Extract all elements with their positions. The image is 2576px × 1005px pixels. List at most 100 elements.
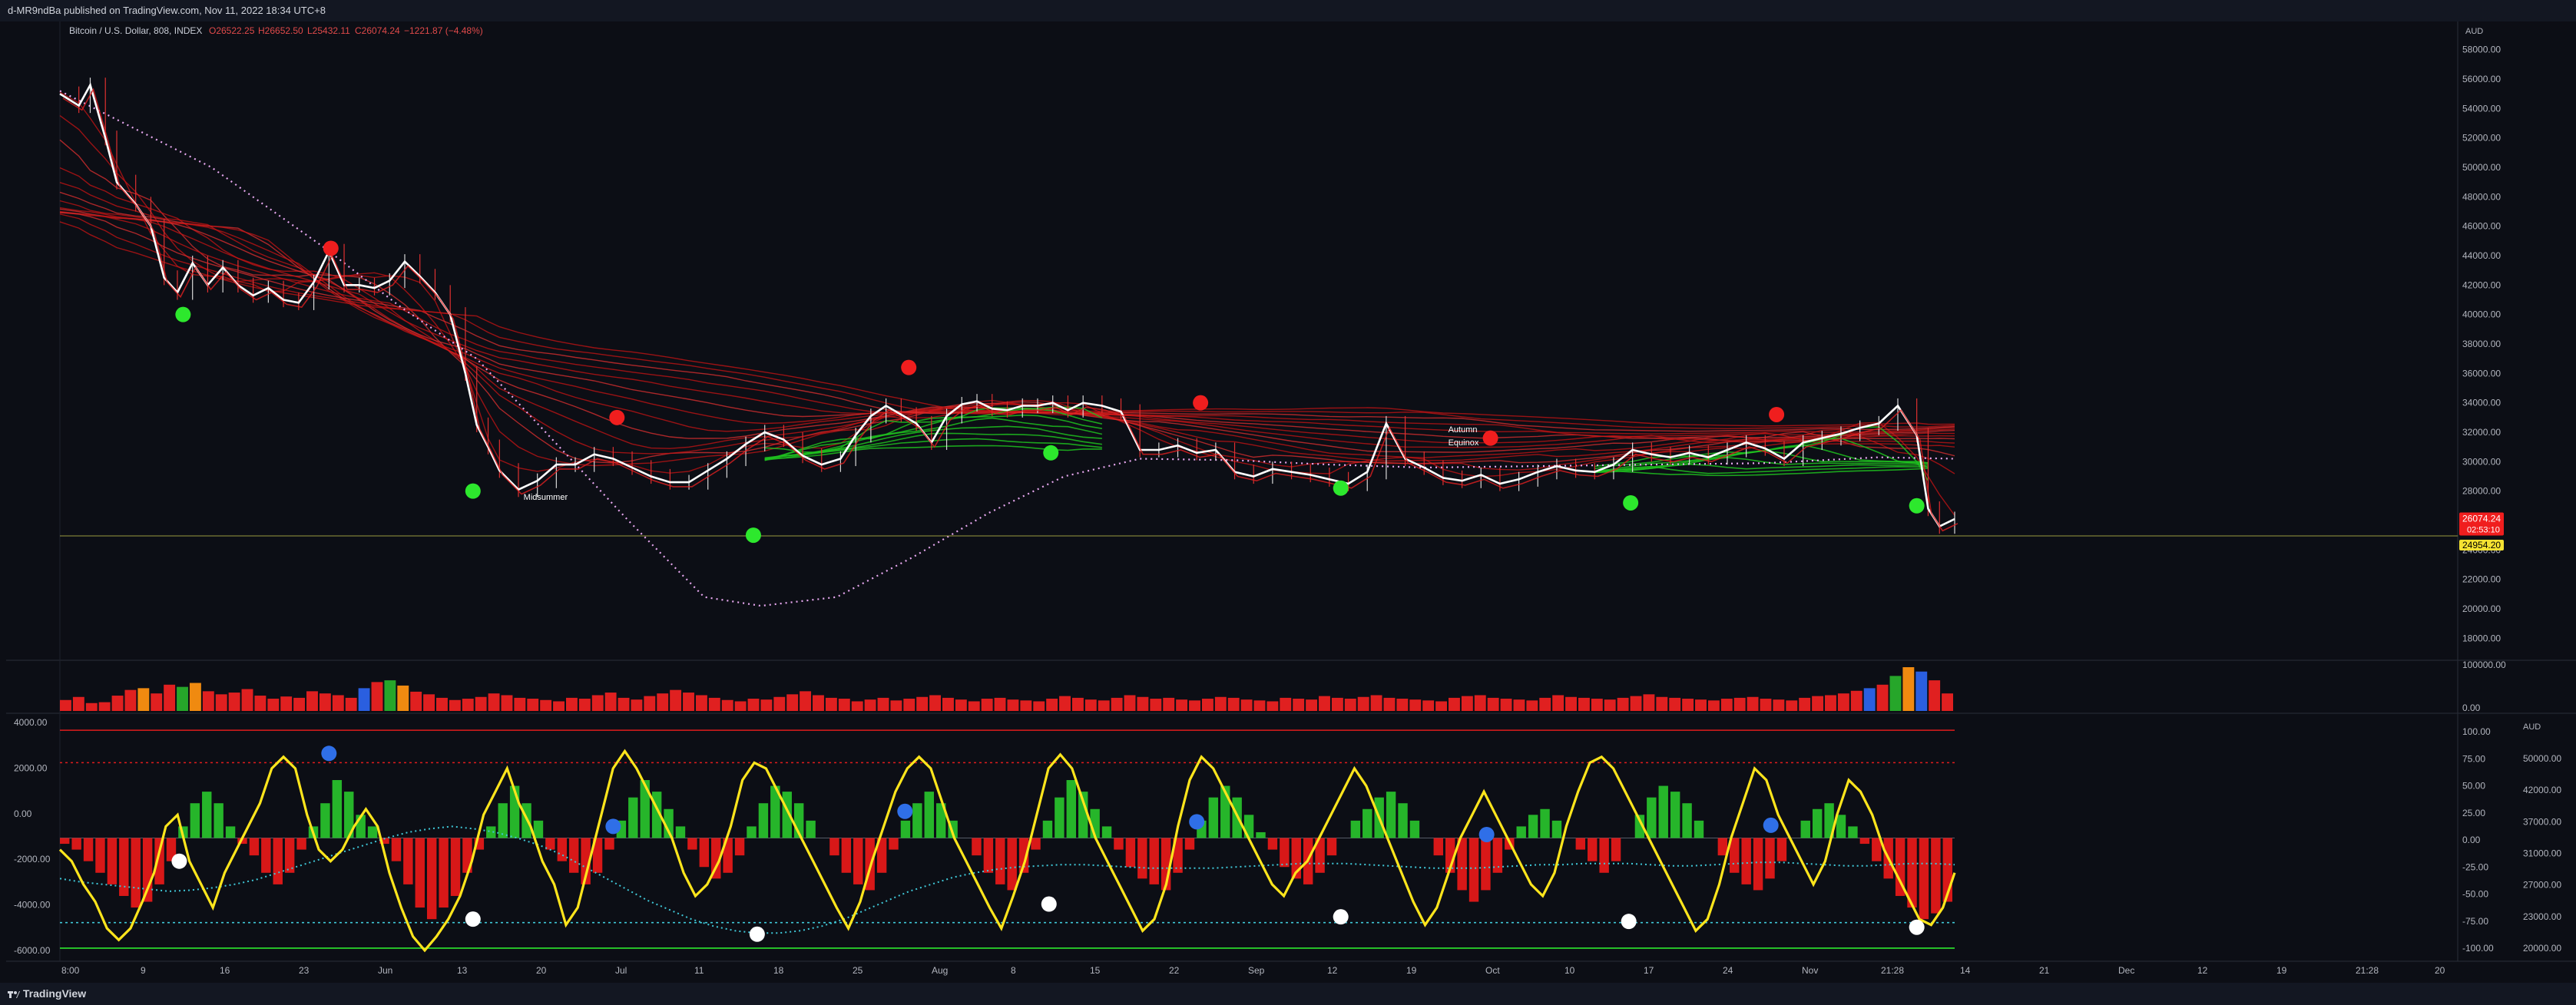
histogram-bar xyxy=(1149,838,1159,884)
time-tick-label: Oct xyxy=(1485,965,1500,976)
volume-bar xyxy=(1007,699,1019,711)
time-tick-label: 12 xyxy=(2197,965,2208,976)
volume-bar xyxy=(124,689,137,711)
blue-signal-dot xyxy=(1189,814,1205,830)
osc-left-tick: 4000.00 xyxy=(14,717,48,728)
time-tick-label: 21:28 xyxy=(1881,965,1904,976)
white-signal-dot xyxy=(1041,896,1057,912)
histogram-bar xyxy=(1647,797,1657,838)
price-tick-label: 32000.00 xyxy=(2462,427,2501,438)
price-tick-label: 52000.00 xyxy=(2462,133,2501,144)
green-signal-dot xyxy=(1623,494,1639,511)
histogram-bar xyxy=(415,838,425,908)
volume-bar xyxy=(657,693,669,711)
footer-bar: TradingView xyxy=(0,983,2576,1005)
volume-bar xyxy=(838,699,850,711)
volume-bar xyxy=(241,689,253,711)
volume-bar xyxy=(111,696,124,711)
volume-bar xyxy=(1500,699,1512,711)
price-tick-label: 34000.00 xyxy=(2462,398,2501,408)
histogram-bar xyxy=(734,838,745,856)
volume-bar xyxy=(565,697,578,711)
histogram-bar xyxy=(1031,838,1041,850)
histogram-bar xyxy=(214,803,223,838)
volume-bar xyxy=(929,695,942,711)
volume-bar xyxy=(1383,697,1396,711)
volume-bar xyxy=(332,695,344,711)
time-tick-label: 25 xyxy=(853,965,863,976)
histogram-bar xyxy=(1836,815,1846,838)
histogram-bar xyxy=(1256,831,1266,838)
histogram-bar xyxy=(569,838,579,873)
legend-low: L25432.11 xyxy=(307,25,350,36)
white-signal-dot xyxy=(1333,909,1349,925)
volume-bar xyxy=(1137,696,1149,711)
volume-bar xyxy=(1876,684,1889,711)
histogram-bar xyxy=(1872,838,1882,861)
tradingview-logo[interactable]: TradingView xyxy=(8,983,86,1005)
volume-bar xyxy=(1669,697,1681,711)
volume-bar xyxy=(1604,699,1616,711)
white-signal-dot xyxy=(749,926,765,942)
volume-bar xyxy=(358,688,370,711)
histogram-bar xyxy=(924,792,934,838)
volume-bar xyxy=(994,697,1006,711)
volume-bar xyxy=(1915,671,1928,711)
time-tick-label: 11 xyxy=(694,965,704,976)
volume-bar xyxy=(319,693,331,711)
osc-left-tick: -4000.00 xyxy=(14,900,51,911)
histogram-bar xyxy=(1362,808,1372,838)
osc-mid-tick: -100.00 xyxy=(2462,943,2494,954)
histogram-bar xyxy=(1859,838,1870,845)
histogram-bar xyxy=(1208,797,1219,838)
histogram-bar xyxy=(1753,838,1763,891)
histogram-bar xyxy=(1670,792,1680,838)
volume-bar xyxy=(1449,697,1460,711)
histogram-bar xyxy=(1386,792,1396,838)
volume-bar xyxy=(280,696,293,711)
volume-bar xyxy=(1539,697,1551,711)
green-signal-dot xyxy=(175,306,191,322)
histogram-bar xyxy=(498,803,508,838)
volume-bar xyxy=(1591,699,1603,711)
volume-bar xyxy=(1474,695,1486,711)
time-tick-label: Nov xyxy=(1802,965,1818,976)
time-tick-label: 19 xyxy=(1406,965,1417,976)
blue-signal-dot xyxy=(321,745,337,762)
volume-bar xyxy=(1124,695,1136,711)
histogram-bar xyxy=(889,838,899,850)
volume-bar xyxy=(1760,699,1772,711)
histogram-bar xyxy=(131,838,141,908)
osc-mid-tick: 50.00 xyxy=(2462,781,2485,792)
volume-bar xyxy=(877,697,889,711)
osc-right-tick: 23000.00 xyxy=(2523,911,2561,922)
histogram-bar xyxy=(1137,838,1147,879)
volume-bar xyxy=(1071,697,1084,711)
currency-label: AUD xyxy=(2465,27,2483,36)
green-signal-dot xyxy=(1333,480,1349,496)
volume-bar xyxy=(708,697,720,711)
histogram-bar xyxy=(60,838,70,845)
time-tick-label: 18 xyxy=(773,965,784,976)
time-tick-label: Jun xyxy=(378,965,392,976)
green-signal-dot xyxy=(465,483,481,499)
histogram-bar xyxy=(1528,815,1538,838)
volume-bar xyxy=(189,683,201,711)
volume-bar xyxy=(60,699,71,711)
volume-bar xyxy=(1033,701,1045,711)
time-tick-label: 12 xyxy=(1327,965,1338,976)
histogram-bar xyxy=(1468,838,1479,902)
time-tick-label: 14 xyxy=(1960,965,1971,976)
volume-bar xyxy=(1695,699,1707,711)
histogram-bar xyxy=(296,838,306,850)
histogram-bar xyxy=(225,826,236,838)
osc-right-tick: 37000.00 xyxy=(2523,816,2561,827)
chart-canvas[interactable]: Bitcoin / U.S. Dollar, 808, INDEX O26522.… xyxy=(0,21,2576,983)
price-tick-label: 46000.00 xyxy=(2462,221,2501,232)
last-price-value: 26074.24 xyxy=(2462,514,2501,524)
time-tick-label: Dec xyxy=(2118,965,2134,976)
volume-bar xyxy=(618,697,630,711)
osc-right-tick: 42000.00 xyxy=(2523,785,2561,795)
volume-bar xyxy=(1163,697,1175,711)
histogram-bar xyxy=(604,838,614,850)
